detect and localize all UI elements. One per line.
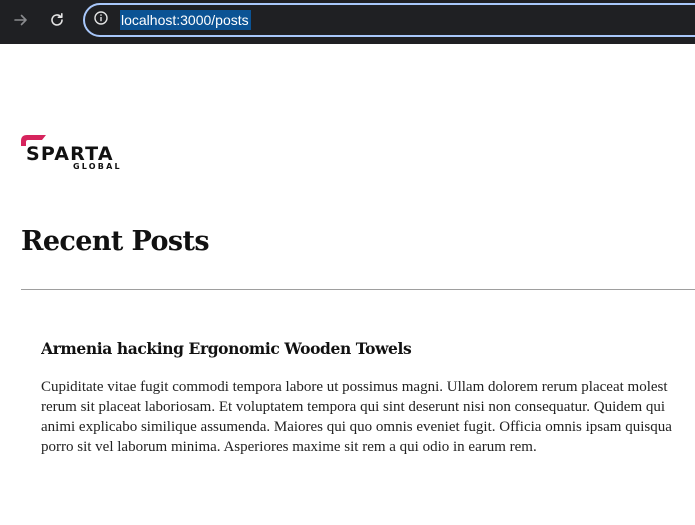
url-text[interactable]: localhost:3000/posts	[120, 10, 251, 30]
post-title[interactable]: Armenia hacking Ergonomic Wooden Towels	[41, 337, 695, 361]
post-body-line: porro sit vel laborum minima. Asperiores…	[41, 439, 537, 455]
sparta-global-logo[interactable]: SPARTA GLOBAL	[20, 132, 124, 172]
reload-icon	[49, 12, 65, 28]
page-title: Recent Posts	[21, 226, 210, 257]
site-info-button[interactable]	[92, 10, 110, 31]
post-body-line: Cupiditate vitae fugit commodi tempora l…	[41, 379, 668, 395]
forward-button[interactable]	[7, 6, 35, 34]
browser-toolbar: localhost:3000/posts	[0, 0, 695, 44]
post-body-line: animi explicabo similique assumenda. Mai…	[41, 419, 672, 435]
post-card: Armenia hacking Ergonomic Wooden Towels …	[41, 337, 695, 457]
post-body: Cupiditate vitae fugit commodi tempora l…	[41, 377, 695, 457]
address-bar[interactable]: localhost:3000/posts	[83, 3, 695, 37]
post-body-line: rerum sit placeat laboriosam. Et volupta…	[41, 399, 666, 415]
divider	[21, 289, 695, 290]
reload-button[interactable]	[43, 6, 71, 34]
info-circle-icon	[93, 10, 109, 31]
svg-text:GLOBAL: GLOBAL	[73, 162, 122, 171]
arrow-right-icon	[13, 12, 29, 28]
